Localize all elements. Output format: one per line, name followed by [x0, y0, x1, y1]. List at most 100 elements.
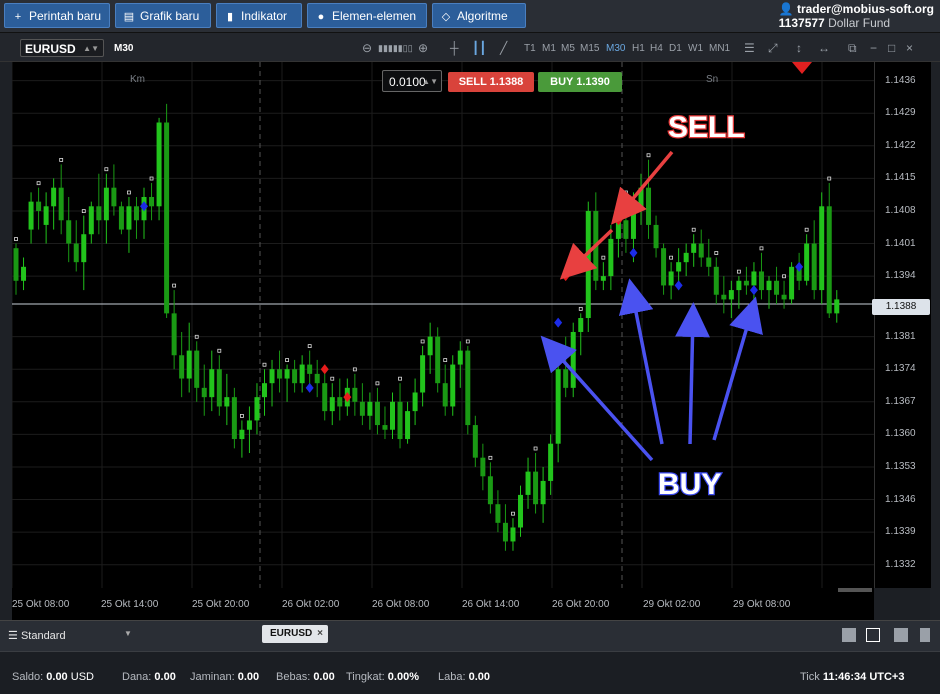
candle-body [21, 266, 27, 281]
chevron-down-icon: ▼ [124, 629, 132, 638]
timezone[interactable]: UTC+3 [869, 671, 904, 683]
fractal-marker [36, 181, 41, 186]
clock-time: 11:46:34 [822, 671, 867, 683]
price-tick-label: 1.1367 [885, 395, 916, 407]
timeframe-h4[interactable]: H4 [650, 43, 663, 54]
close-icon[interactable]: × [906, 41, 913, 55]
fractal-marker [14, 237, 18, 241]
candle-body [510, 527, 516, 542]
candle-body [495, 504, 501, 523]
symbol-value: EURUSD [25, 42, 76, 56]
lines-icon[interactable]: ☰ [744, 41, 755, 55]
timeframe-m15[interactable]: M15 [580, 43, 599, 54]
buy-signal-marker [795, 261, 804, 272]
detach-icon[interactable]: ⧉ [848, 41, 857, 56]
account-info[interactable]: 👤 trader@mobius-soft.org 1137577 Dollar … [779, 2, 934, 30]
candle-body [804, 243, 810, 281]
dana-value: 0.00 [154, 671, 176, 683]
timeframe-m1[interactable]: M1 [542, 43, 556, 54]
horizontal-line-icon[interactable]: ↔ [818, 41, 830, 55]
lot-size-input[interactable]: 0.0100 ▲▼ [382, 70, 442, 92]
candle-body [186, 350, 192, 379]
right-scroll-handle[interactable] [930, 62, 940, 620]
trendline-icon[interactable]: ⤢ [768, 41, 778, 56]
minimize-icon[interactable]: − [870, 41, 877, 55]
fractal-marker [104, 167, 109, 172]
bar-chart-icon[interactable]: ┼ [450, 41, 459, 55]
candle-body [766, 280, 772, 291]
close-tab-icon[interactable]: × [317, 625, 323, 643]
clock-item: Tick 11:46:34 UTC+3 [800, 671, 904, 683]
candle-body [630, 206, 636, 239]
elements-button[interactable]: ● Elemen-elemen [307, 3, 427, 28]
maximize-icon[interactable]: □ [888, 41, 895, 55]
candle-body [13, 248, 19, 281]
account-email: trader@mobius-soft.org [796, 2, 934, 16]
layout-single-icon[interactable] [842, 628, 856, 642]
laba-value: 0.00 [468, 671, 491, 683]
fractal-marker [285, 358, 289, 362]
symbol-selector[interactable]: EURUSD ▲▼ [20, 39, 104, 57]
candle-body [337, 397, 343, 407]
indicator-button[interactable]: ▮ Indikator [216, 3, 302, 28]
candle-body [292, 369, 298, 384]
candle-body [751, 271, 757, 286]
candle-chart-icon[interactable]: ┃┃ [472, 41, 486, 55]
line-chart-icon[interactable]: ╱ [500, 41, 507, 55]
layout-rows-icon[interactable] [920, 628, 930, 642]
price-tick-label: 1.1415 [885, 172, 916, 184]
sell-signal-marker [320, 364, 329, 375]
price-axis[interactable]: 1.1436 1.1429 1.1422 1.1415 1.1408 1.1401 1.13… [874, 62, 931, 588]
timeframe-h1[interactable]: H1 [632, 43, 645, 54]
current-price-label: 1.1388 [872, 299, 930, 315]
timeframe-d1[interactable]: D1 [669, 43, 682, 54]
buy-button[interactable]: BUY 1.1390 [538, 72, 622, 92]
timeframe-mn1[interactable]: MN1 [709, 43, 730, 54]
left-scroll-handle[interactable] [0, 62, 12, 620]
time-axis[interactable]: 25 Okt 08:00 25 Okt 14:00 25 Okt 20:00 26 O… [12, 588, 874, 620]
chart-tab-eurusd[interactable]: EURUSD × [262, 625, 328, 643]
sell-button[interactable]: SELL 1.1388 [448, 72, 534, 92]
candle-body [51, 187, 57, 207]
zoom-slider[interactable]: ▮▮▮▮▮▯▯ [378, 43, 413, 54]
candle-body [412, 392, 418, 412]
layout-columns-icon[interactable] [894, 628, 908, 642]
timeframe-m5[interactable]: M5 [561, 43, 575, 54]
fractal-marker [127, 190, 131, 195]
vertical-line-icon[interactable]: ↕ [796, 41, 802, 55]
candle-body [81, 234, 87, 263]
candle-body [284, 369, 290, 379]
fractal-marker [172, 283, 177, 288]
layout-selector[interactable]: ☰ Standard ▼ [8, 629, 132, 642]
status-bar: Saldo: 0.00 USD Dana: 0.00 Jaminan: 0.00… [0, 651, 940, 694]
candle-body [179, 355, 185, 379]
candle-body [548, 443, 554, 481]
sell-signal-marker [614, 215, 623, 226]
algorithm-label: Algoritme [457, 9, 508, 23]
candle-body [623, 220, 629, 239]
price-tick-label: 1.1408 [885, 204, 916, 216]
new-chart-button[interactable]: ▤ Grafik baru [115, 3, 211, 28]
timeframe-w1[interactable]: W1 [688, 43, 703, 54]
algorithm-button[interactable]: ◇ Algoritme [432, 3, 526, 28]
timeframe-t1[interactable]: T1 [524, 43, 536, 54]
time-tick-label: 26 Okt 02:00 [282, 599, 340, 610]
bottom-tab-bar: ☰ Standard ▼ [0, 620, 940, 651]
candle-body [819, 206, 825, 291]
candlestick-chart[interactable] [11, 62, 874, 588]
new-order-button[interactable]: + Perintah baru [4, 3, 110, 28]
candle-body [668, 271, 674, 286]
time-tick-label: 26 Okt 08:00 [372, 599, 430, 610]
candle-body [450, 364, 456, 407]
candle-body [472, 425, 478, 458]
chart-scrollbar[interactable] [838, 588, 872, 592]
jaminan-item: Jaminan: 0.00 [190, 671, 259, 683]
dana-label: Dana: [122, 671, 152, 683]
zoom-out-icon[interactable]: ⊖ [362, 41, 372, 55]
price-tick-label: 1.1374 [885, 363, 916, 375]
candle-body [66, 220, 72, 244]
layout-grid-icon[interactable] [866, 628, 880, 642]
timeframe-m30[interactable]: M30 [606, 43, 625, 54]
chart-area[interactable] [11, 62, 874, 588]
zoom-in-icon[interactable]: ⊕ [418, 41, 428, 55]
